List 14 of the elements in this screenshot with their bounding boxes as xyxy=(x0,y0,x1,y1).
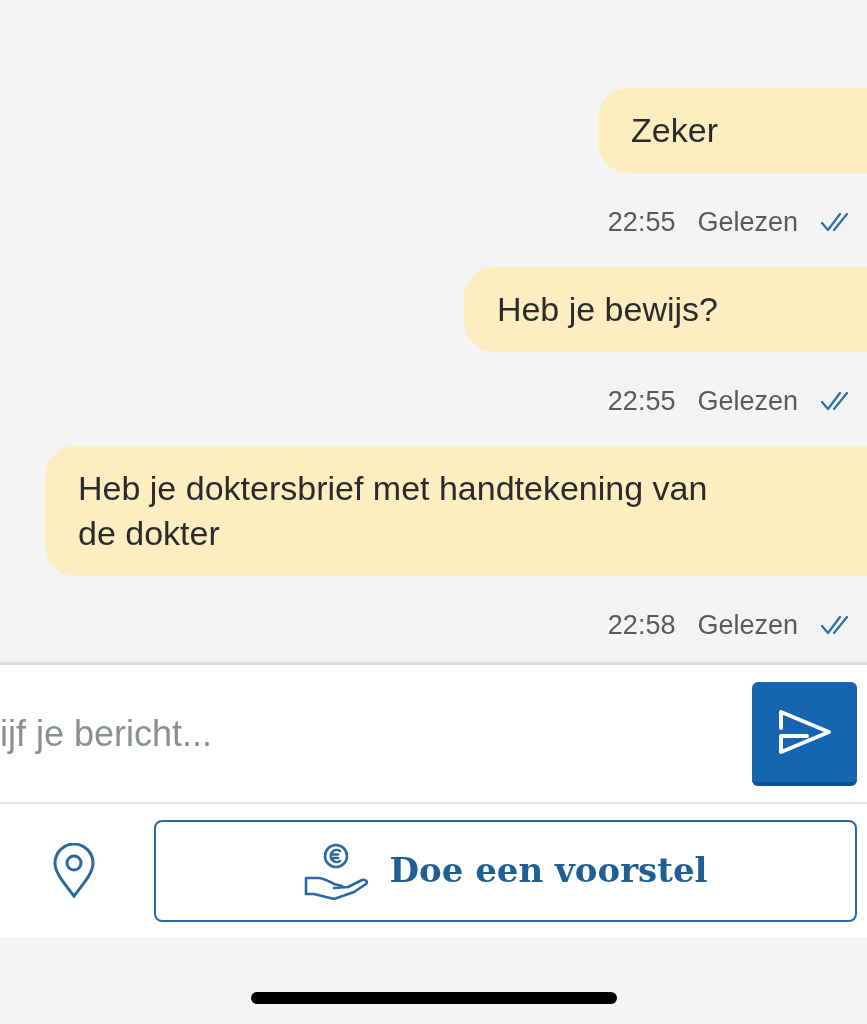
read-status: Gelezen xyxy=(697,609,798,642)
hand-coin-icon xyxy=(303,841,370,900)
message-bubble: Heb je doktersbrief met handtekening van de dokter xyxy=(45,446,867,576)
message-bubble: Zeker xyxy=(598,88,867,173)
message-bubble: Heb je bewijs? xyxy=(463,267,867,352)
location-pin-icon[interactable] xyxy=(52,842,96,899)
message-time: 22:55 xyxy=(607,385,676,418)
make-offer-button[interactable]: Doe een voorstel xyxy=(154,819,857,922)
read-status: Gelezen xyxy=(697,385,798,418)
send-icon xyxy=(776,707,833,756)
message-time: 22:55 xyxy=(607,206,676,239)
read-status: Gelezen xyxy=(697,206,798,239)
message-time: 22:58 xyxy=(607,609,676,642)
send-button[interactable] xyxy=(752,681,857,786)
